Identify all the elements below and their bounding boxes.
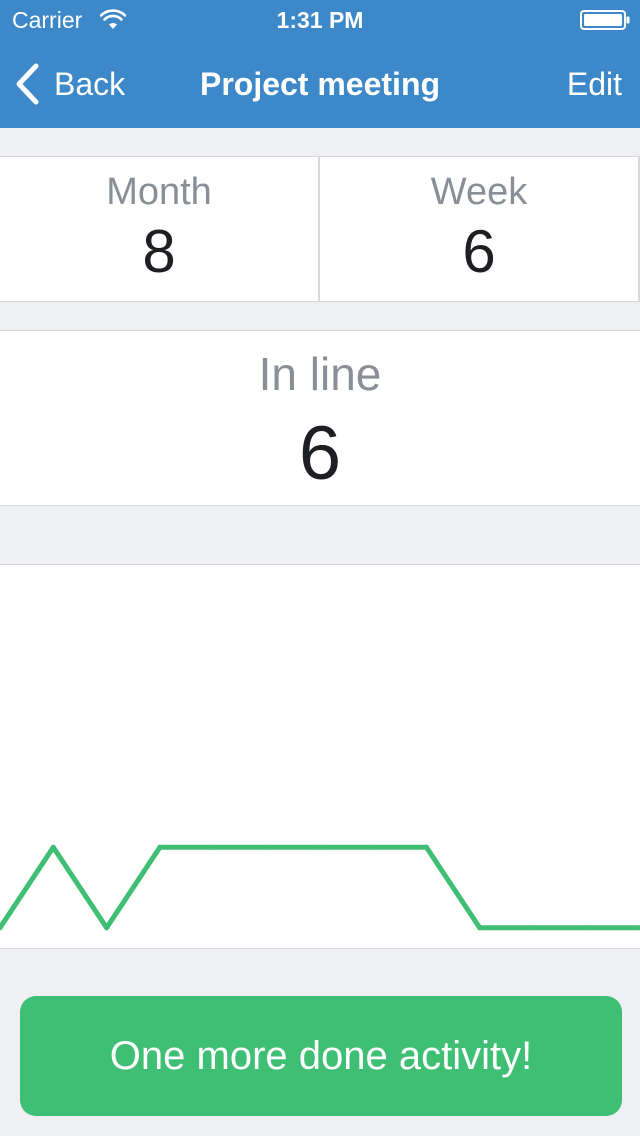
activity-series-line — [0, 844, 640, 931]
week-label: Week — [430, 171, 528, 213]
in-line-value: 6 — [298, 411, 342, 496]
activity-chart — [0, 564, 640, 949]
status-time: 1:31 PM — [276, 7, 364, 33]
activity-data-point — [157, 844, 163, 850]
activity-data-point — [530, 925, 536, 931]
activity-data-point — [477, 925, 483, 931]
in-line-stat: In line 6 — [0, 330, 640, 506]
page-title: Project meeting — [199, 66, 441, 102]
back-button[interactable]: Back — [14, 62, 125, 106]
battery-icon — [580, 10, 630, 30]
in-line-label: In line — [258, 348, 382, 400]
activity-data-point — [104, 925, 110, 931]
activity-data-point — [210, 844, 216, 850]
activity-data-point — [50, 844, 56, 850]
week-stat: Week 6 — [320, 157, 640, 301]
month-value: 8 — [142, 218, 176, 285]
one-more-done-activity-button[interactable]: One more done activity! — [20, 996, 622, 1116]
status-bar: Carrier 1:31 PM — [0, 0, 640, 40]
activity-line-chart — [0, 844, 640, 931]
week-value: 6 — [462, 218, 496, 285]
chevron-left-icon — [16, 63, 39, 105]
edit-button[interactable]: Edit — [567, 62, 622, 106]
period-stats: Month 8 Week 6 — [0, 156, 640, 302]
activity-data-point — [423, 844, 429, 850]
back-button-label: Back — [54, 66, 126, 102]
app-screen: Carrier 1:31 PM Back Project meeting Edi… — [0, 0, 640, 1136]
navigation-bar: Back Project meeting Edit — [0, 40, 640, 128]
month-label: Month — [106, 171, 212, 213]
activity-data-point — [583, 925, 589, 931]
top-bar: Carrier 1:31 PM Back Project meeting Edi… — [0, 0, 640, 128]
activity-data-point — [317, 844, 323, 850]
activity-data-point — [264, 844, 269, 850]
month-stat: Month 8 — [0, 157, 320, 301]
activity-data-point — [370, 844, 376, 850]
